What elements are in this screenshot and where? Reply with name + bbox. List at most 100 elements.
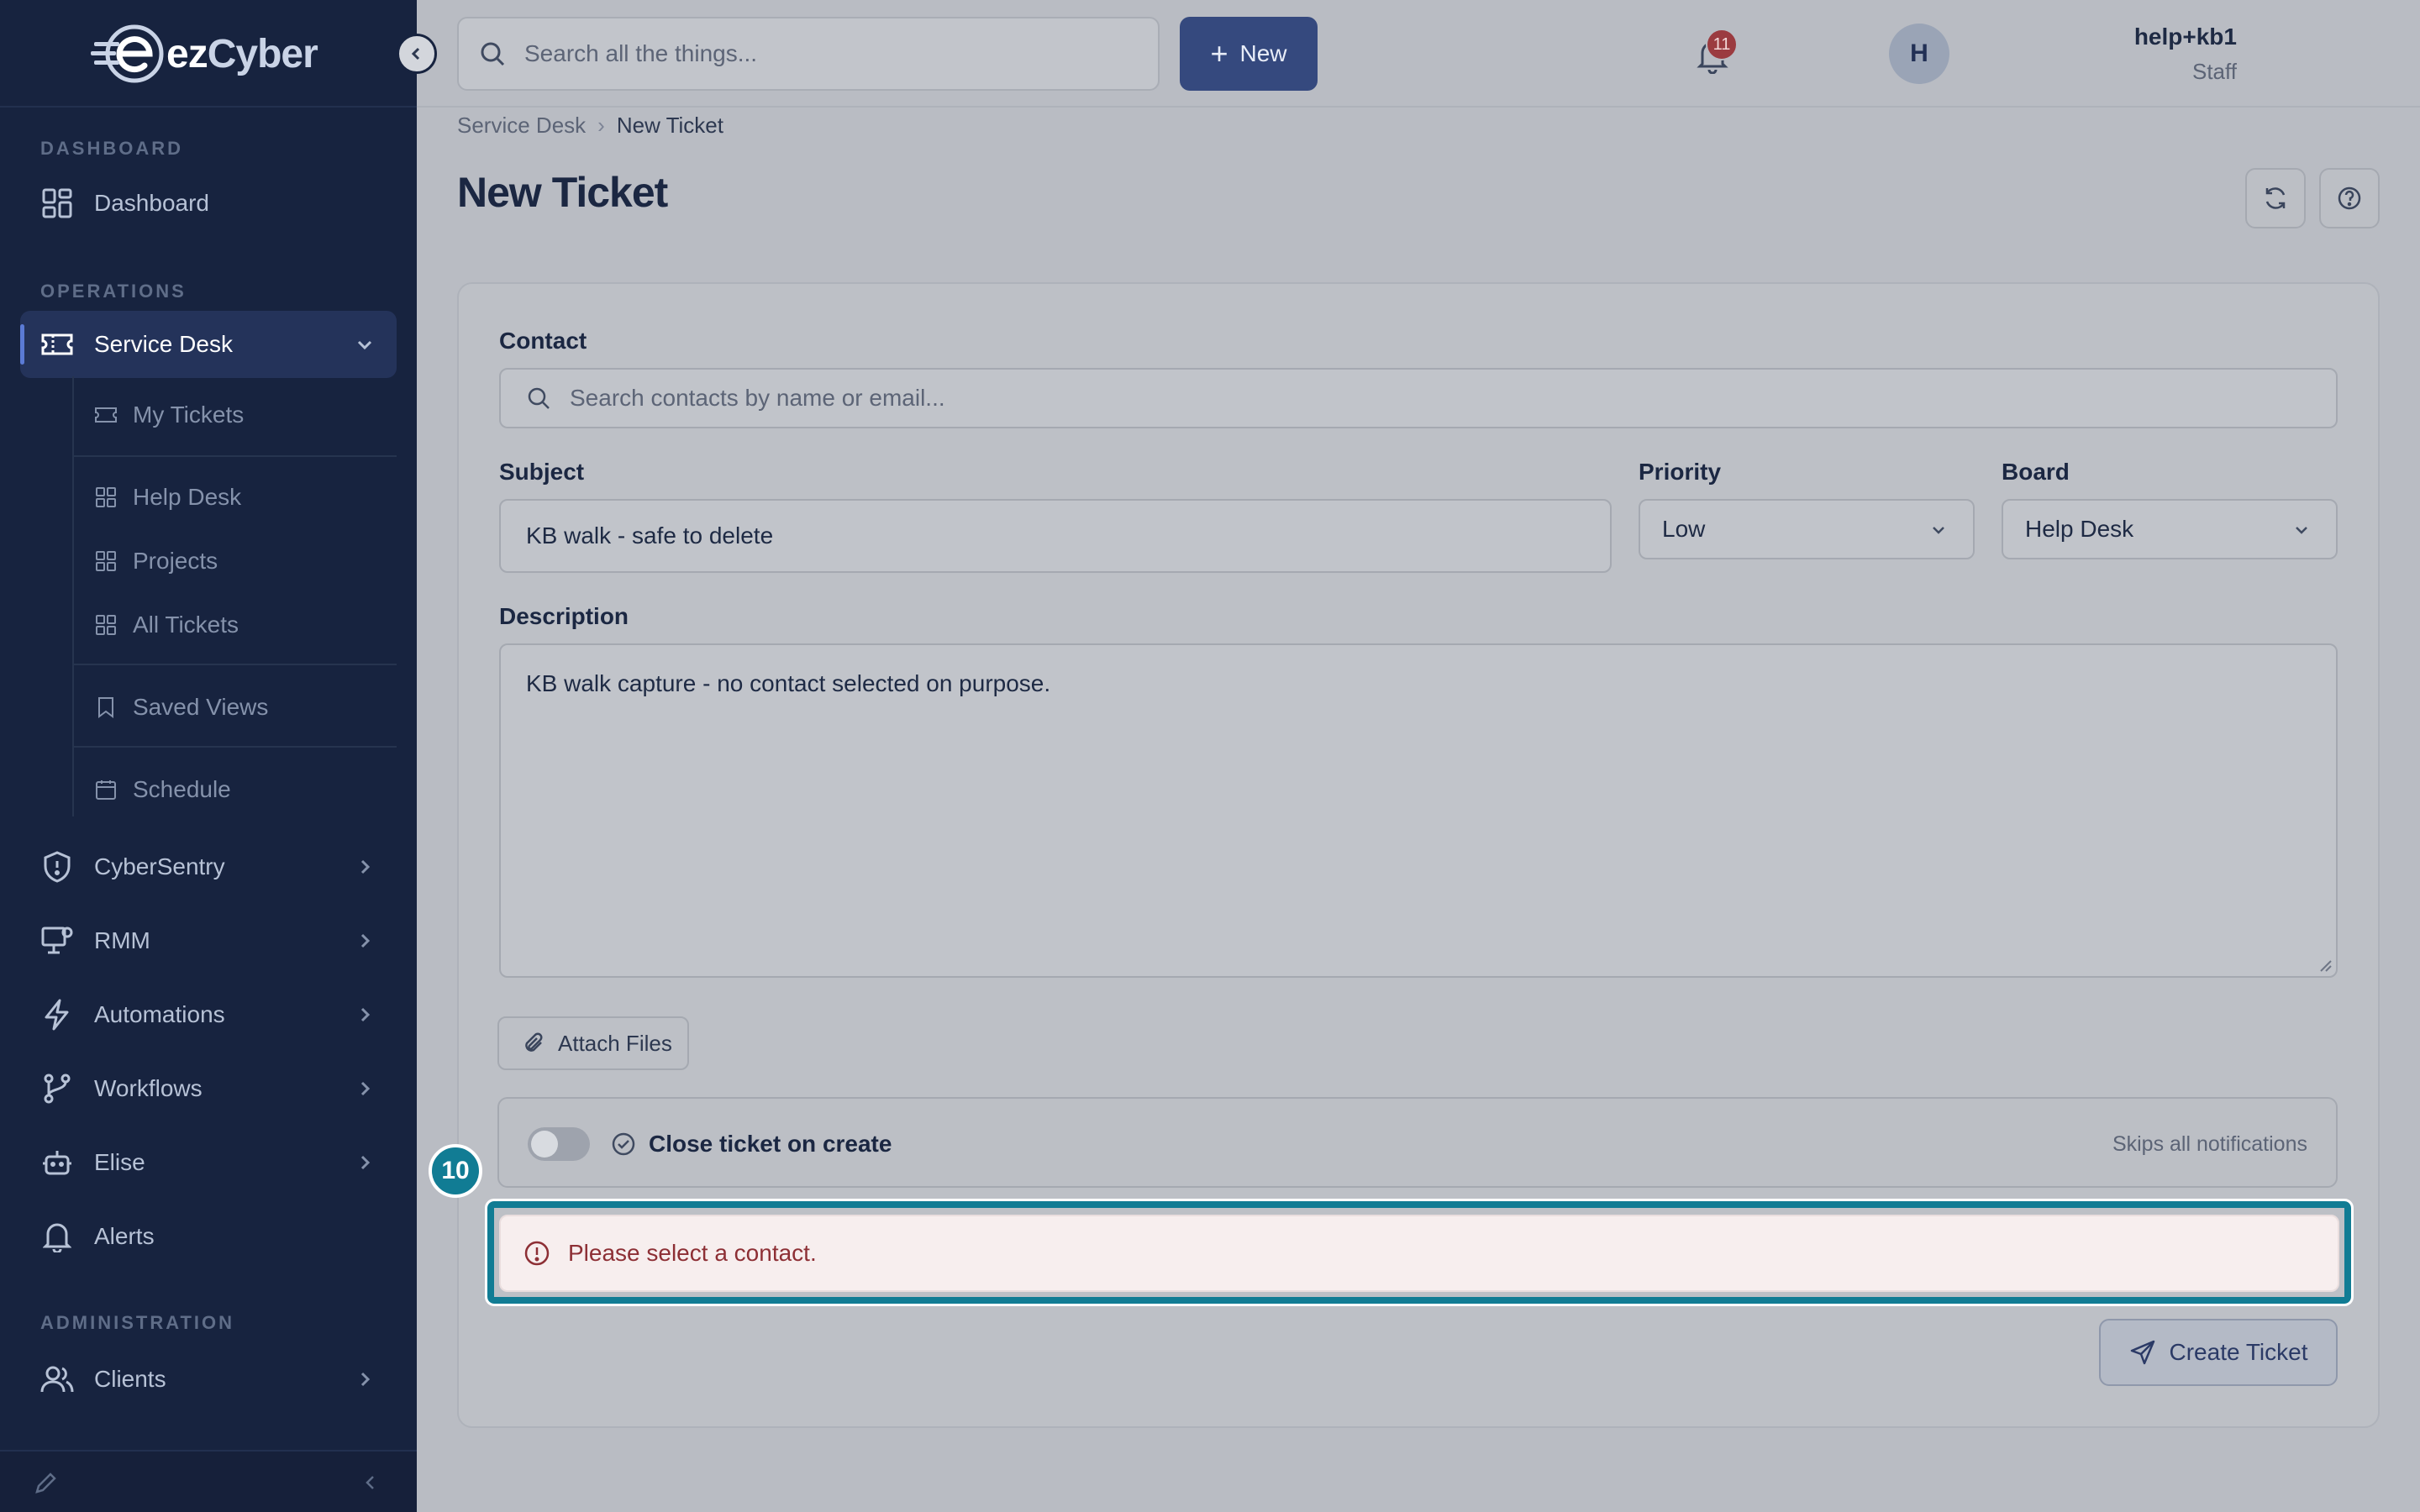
chevron-down-icon bbox=[357, 340, 372, 350]
description-textarea[interactable]: KB walk capture - no contact selected on… bbox=[499, 643, 2338, 978]
grid-icon bbox=[94, 486, 118, 509]
sidebar-item-service-desk[interactable]: Service Desk bbox=[20, 311, 397, 378]
search-icon bbox=[481, 42, 505, 66]
sidebar-subitem-help-desk[interactable]: Help Desk bbox=[94, 470, 241, 524]
robot-icon bbox=[40, 1146, 74, 1179]
sidebar-item-alerts[interactable]: Alerts bbox=[20, 1203, 397, 1270]
new-button[interactable]: + New bbox=[1180, 17, 1318, 91]
sidebar-subitem-schedule[interactable]: Schedule bbox=[94, 763, 231, 816]
sidebar-subitem-label: My Tickets bbox=[133, 402, 245, 428]
board-select[interactable]: Help Desk bbox=[2002, 499, 2338, 559]
chevron-down-icon bbox=[2296, 527, 2307, 534]
description-value: KB walk capture - no contact selected on… bbox=[526, 670, 1051, 696]
contact-search-input[interactable]: Search contacts by name or email... bbox=[499, 368, 2338, 428]
chevron-left-icon[interactable] bbox=[360, 1472, 381, 1494]
submenu-divider bbox=[72, 455, 397, 457]
ticket-icon bbox=[40, 328, 74, 361]
brand-logo[interactable]: ezCyber bbox=[91, 22, 318, 86]
refresh-icon bbox=[2265, 187, 2286, 209]
sidebar-subitem-my-tickets[interactable]: My Tickets bbox=[94, 388, 244, 442]
sidebar-item-label: Elise bbox=[94, 1149, 145, 1175]
board-value: Help Desk bbox=[2025, 516, 2134, 542]
search-icon bbox=[528, 387, 550, 409]
sidebar-item-label: Clients bbox=[94, 1366, 166, 1392]
sidebar-item-label: Dashboard bbox=[94, 190, 209, 216]
submenu-divider bbox=[72, 746, 397, 748]
toggle-knob bbox=[531, 1131, 558, 1158]
refresh-button[interactable] bbox=[2245, 168, 2306, 228]
attach-files-button[interactable]: Attach Files bbox=[497, 1016, 689, 1070]
avatar[interactable]: H bbox=[1889, 24, 1949, 84]
attach-files-label: Attach Files bbox=[558, 1030, 672, 1056]
bell-icon bbox=[40, 1220, 74, 1253]
priority-label: Priority bbox=[1639, 459, 1722, 485]
user-name[interactable]: help+kb1 bbox=[2134, 24, 2237, 50]
notification-count-badge: 11 bbox=[1706, 29, 1738, 60]
sidebar-item-label: CyberSentry bbox=[94, 853, 225, 879]
global-search-input[interactable]: Search all the things... bbox=[457, 17, 1160, 91]
chevron-right-icon bbox=[360, 1007, 371, 1022]
sidebar-item-label: RMM bbox=[94, 927, 150, 953]
search-placeholder: Search all the things... bbox=[524, 40, 758, 66]
sidebar-item-cybersentry[interactable]: CyberSentry bbox=[20, 833, 397, 900]
breadcrumb: Service Desk › New Ticket bbox=[457, 113, 723, 139]
subject-label: Subject bbox=[499, 459, 585, 485]
bookmark-icon bbox=[94, 696, 118, 719]
sidebar-footer bbox=[0, 1450, 417, 1512]
sidebar-item-rmm[interactable]: RMM bbox=[20, 907, 397, 974]
sidebar: ezCyber DASHBOARD Dashboard OPERATIONS S… bbox=[0, 0, 417, 1512]
close-on-create-toggle[interactable] bbox=[528, 1127, 590, 1161]
step-number-badge: 10 bbox=[429, 1144, 482, 1198]
subject-input[interactable]: KB walk - safe to delete bbox=[499, 499, 1612, 573]
sidebar-divider bbox=[0, 106, 417, 108]
chevron-right-icon bbox=[360, 1081, 371, 1096]
chevron-left-icon bbox=[411, 47, 420, 60]
check-circle-icon bbox=[612, 1132, 635, 1156]
contact-placeholder: Search contacts by name or email... bbox=[570, 385, 945, 411]
brand-name-prefix: ez bbox=[166, 31, 208, 76]
sidebar-subitem-all-tickets[interactable]: All Tickets bbox=[94, 598, 239, 652]
close-on-create-row: Close ticket on create Skips all notific… bbox=[497, 1097, 2338, 1188]
sidebar-subitem-label: Saved Views bbox=[133, 694, 269, 720]
resize-handle-icon[interactable] bbox=[2316, 956, 2333, 973]
section-dashboard: DASHBOARD bbox=[40, 138, 183, 159]
chevron-right-icon bbox=[360, 1372, 371, 1387]
sidebar-item-label: Alerts bbox=[94, 1223, 155, 1249]
sidebar-item-automations[interactable]: Automations bbox=[20, 981, 397, 1048]
send-icon bbox=[2130, 1340, 2154, 1365]
monitor-gear-icon bbox=[40, 924, 74, 958]
edit-icon[interactable] bbox=[34, 1470, 59, 1495]
breadcrumb-current: New Ticket bbox=[616, 113, 723, 138]
sidebar-subitem-label: All Tickets bbox=[133, 612, 239, 638]
create-ticket-button[interactable]: Create Ticket bbox=[2099, 1319, 2338, 1386]
page-title: New Ticket bbox=[457, 169, 668, 216]
sidebar-subitem-label: Help Desk bbox=[133, 484, 242, 510]
lightning-icon bbox=[40, 998, 74, 1032]
sidebar-collapse-button[interactable] bbox=[397, 34, 437, 74]
help-button[interactable] bbox=[2319, 168, 2380, 228]
breadcrumb-parent-link[interactable]: Service Desk bbox=[457, 113, 586, 139]
close-on-create-note: Skips all notifications bbox=[2112, 1132, 2307, 1156]
brand-name: ezCyber bbox=[166, 31, 318, 77]
priority-value: Low bbox=[1662, 516, 1706, 542]
ticket-icon bbox=[94, 403, 118, 427]
sidebar-item-dashboard[interactable]: Dashboard bbox=[20, 170, 397, 237]
subject-value: KB walk - safe to delete bbox=[526, 522, 774, 549]
sidebar-item-workflows[interactable]: Workflows bbox=[20, 1055, 397, 1122]
sidebar-subitem-projects[interactable]: Projects bbox=[94, 534, 218, 588]
close-on-create-label: Close ticket on create bbox=[649, 1131, 892, 1157]
submenu-divider bbox=[72, 664, 397, 665]
topbar: Search all the things... + New bbox=[417, 0, 2420, 108]
sidebar-item-elise[interactable]: Elise bbox=[20, 1129, 397, 1196]
sidebar-subitem-saved-views[interactable]: Saved Views bbox=[94, 680, 268, 734]
priority-select[interactable]: Low bbox=[1639, 499, 1975, 559]
git-branch-icon bbox=[40, 1072, 74, 1105]
sidebar-item-clients[interactable]: Clients bbox=[20, 1346, 397, 1413]
grid-icon bbox=[40, 186, 74, 220]
paperclip-icon bbox=[525, 1032, 543, 1052]
section-operations: OPERATIONS bbox=[40, 281, 187, 302]
create-ticket-label: Create Ticket bbox=[2169, 1339, 2308, 1365]
grid-icon bbox=[94, 613, 118, 637]
ezcyber-logo-icon bbox=[91, 24, 164, 83]
highlight-frame bbox=[485, 1199, 2354, 1306]
